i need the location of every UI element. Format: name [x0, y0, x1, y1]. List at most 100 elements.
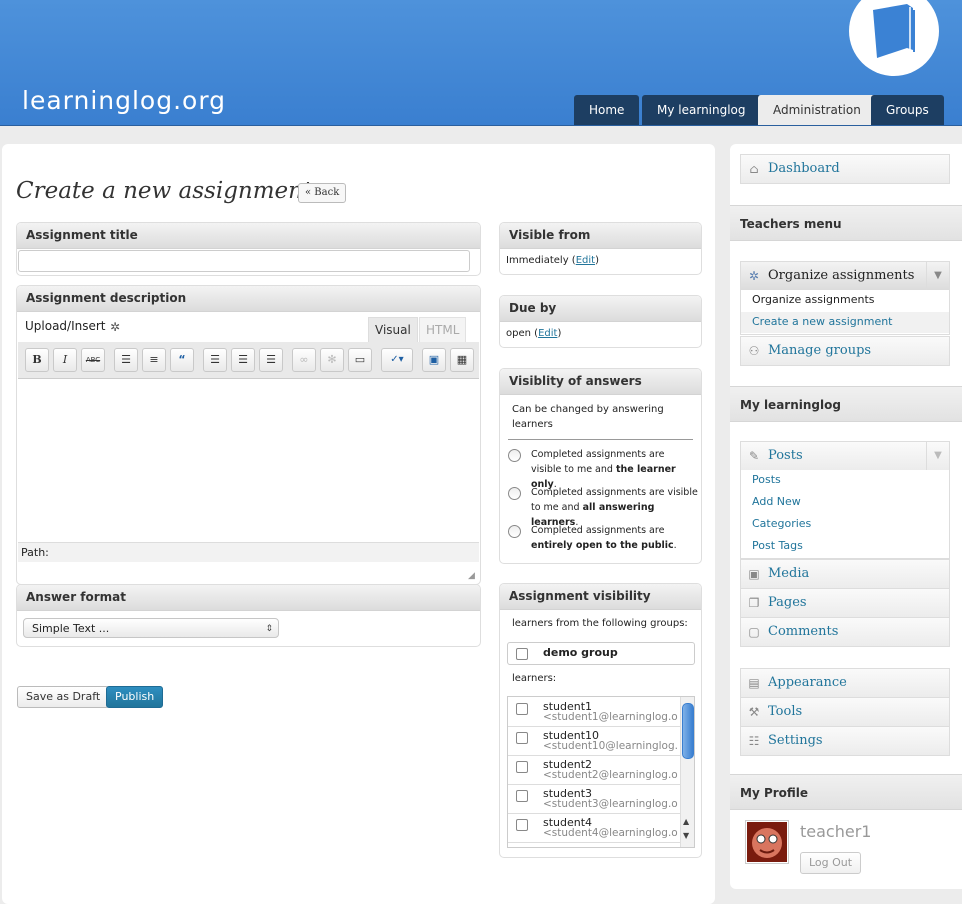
kitchen-sink-icon[interactable]: ▦	[450, 348, 474, 372]
avatar[interactable]	[745, 820, 789, 864]
list-item[interactable]: student3 <student3@learninglog.o	[508, 784, 680, 814]
due-by-value-line: open (Edit)	[506, 328, 562, 339]
submenu-organize-assignments[interactable]: Organize assignments	[752, 293, 875, 306]
group-row[interactable]: demo group	[507, 642, 695, 665]
list-item[interactable]: student10 <student10@learninglog.	[508, 726, 680, 756]
teachers-menu-heading: Teachers menu	[730, 205, 962, 241]
sidebar-item-media[interactable]: ▣ Media	[740, 559, 950, 589]
group-checkbox[interactable]	[516, 648, 528, 660]
sidebar-item-posts[interactable]: ✎ Posts ▼	[740, 441, 950, 471]
sidebar-item-label: Appearance	[768, 675, 847, 690]
comment-bubble-icon: ▢	[748, 625, 760, 639]
editor-content-area[interactable]	[18, 378, 479, 541]
align-right-icon[interactable]: ☰	[259, 348, 283, 372]
sidebar-item-label: Comments	[768, 624, 839, 639]
unlink-icon[interactable]: ✻	[320, 348, 344, 372]
chevron-down-icon[interactable]: ▼	[926, 262, 949, 290]
list-item[interactable]: student4 <student4@learninglog.o	[508, 813, 680, 843]
bold-button[interactable]: B	[25, 348, 49, 372]
submenu-add-new[interactable]: Add New	[752, 495, 801, 508]
scroll-up-icon[interactable]: ▲	[683, 817, 689, 826]
publish-button[interactable]: Publish	[106, 686, 164, 708]
sidebar-item-pages[interactable]: ❐ Pages	[740, 588, 950, 618]
list-item[interactable]: student1 <student1@learninglog.o	[508, 697, 680, 727]
submenu-create-assignment[interactable]: Create a new assignment	[752, 315, 893, 328]
learners-list[interactable]: student1 <student1@learninglog.o student…	[507, 696, 695, 848]
tab-html[interactable]: HTML	[419, 317, 467, 342]
learner-checkbox[interactable]	[516, 819, 528, 831]
logout-button[interactable]: Log Out	[800, 852, 862, 874]
nav-home[interactable]: Home	[574, 95, 640, 125]
sidebar-item-manage-groups[interactable]: ⚇ Manage groups	[740, 336, 950, 366]
media-gear-icon[interactable]: ✲	[110, 321, 122, 333]
sidebar-item-appearance[interactable]: ▤ Appearance	[740, 668, 950, 698]
group-name: demo group	[543, 646, 618, 659]
learner-checkbox[interactable]	[516, 703, 528, 715]
learner-checkbox[interactable]	[516, 790, 528, 802]
nav-groups[interactable]: Groups	[871, 95, 944, 125]
more-tag-icon[interactable]: ▭	[348, 348, 372, 372]
due-by-box: Due by open (Edit)	[499, 295, 702, 348]
submenu-post-tags[interactable]: Post Tags	[752, 539, 803, 552]
submenu-posts[interactable]: Posts	[752, 473, 781, 486]
visible-from-edit-link[interactable]: Edit	[576, 255, 595, 266]
learner-checkbox[interactable]	[516, 732, 528, 744]
visible-from-value: Immediately	[506, 255, 569, 266]
sidebar-item-comments[interactable]: ▢ Comments	[740, 617, 950, 647]
list-item[interactable]: student2 <student2@learninglog.o	[508, 755, 680, 785]
sidebar-item-dashboard[interactable]: ⌂ Dashboard	[740, 154, 950, 184]
nav-administration[interactable]: Administration	[758, 95, 876, 125]
assignment-title-input[interactable]	[18, 250, 470, 272]
users-icon: ⚇	[748, 344, 760, 358]
nav-my-learninglog[interactable]: My learninglog	[642, 95, 761, 125]
link-icon[interactable]: ∞	[292, 348, 316, 372]
answer-format-select[interactable]: Simple Text ... ⇕	[23, 618, 279, 638]
spellcheck-icon[interactable]: ✓▾	[381, 348, 413, 372]
chevron-down-icon[interactable]: ▼	[926, 442, 949, 470]
assignment-title-box: Assignment title	[16, 222, 481, 276]
assignment-visibility-box: Assignment visibility learners from the …	[499, 583, 702, 858]
bullet-list-icon[interactable]: ☰	[114, 348, 138, 372]
submenu-categories[interactable]: Categories	[752, 517, 811, 530]
learners-scrollbar[interactable]: ▲ ▼	[680, 697, 694, 847]
pushpin-icon: ✎	[748, 449, 760, 463]
sidebar-item-tools[interactable]: ⚒ Tools	[740, 697, 950, 727]
italic-button[interactable]: I	[53, 348, 77, 372]
my-profile-heading: My Profile	[730, 774, 962, 810]
site-logo-text[interactable]: learninglog.org	[22, 86, 226, 115]
appearance-icon: ▤	[748, 676, 760, 690]
learner-checkbox[interactable]	[516, 761, 528, 773]
sidebar-item-organize-assignments[interactable]: ✲ Organize assignments ▼	[740, 261, 950, 291]
fullscreen-icon[interactable]: ▣	[422, 348, 446, 372]
sidebar-item-settings[interactable]: ☷ Settings	[740, 726, 950, 756]
upload-insert-label: Upload/Insert	[25, 319, 106, 333]
blockquote-icon[interactable]: “	[170, 348, 194, 372]
visibility-option-3-text: Completed assignments are entirely open …	[531, 525, 677, 551]
scroll-down-icon[interactable]: ▼	[683, 831, 689, 840]
visibility-radio-public[interactable]	[508, 525, 521, 538]
learners-label: learners:	[512, 673, 557, 684]
scrollbar-thumb[interactable]	[682, 703, 694, 759]
profile-username: teacher1	[800, 822, 872, 841]
align-center-icon[interactable]: ☰	[231, 348, 255, 372]
tab-visual[interactable]: Visual	[368, 317, 418, 342]
visibility-of-answers-label: Visiblity of answers	[500, 369, 701, 395]
align-left-icon[interactable]: ☰	[203, 348, 227, 372]
answer-format-label: Answer format	[17, 585, 480, 611]
due-by-edit-link[interactable]: Edit	[538, 328, 557, 339]
assignment-description-box: Assignment description Upload/Insert ✲ V…	[16, 285, 481, 585]
strikethrough-button[interactable]: ABC	[81, 348, 105, 372]
visibility-radio-all-learners[interactable]	[508, 487, 521, 500]
save-draft-button[interactable]: Save as Draft	[17, 686, 110, 708]
organize-submenu: Organize assignments Create a new assign…	[740, 290, 950, 335]
sidebar-item-label: Settings	[768, 733, 823, 748]
sidebar-item-label: Manage groups	[768, 343, 872, 358]
visibility-of-answers-box: Visiblity of answers Can be changed by a…	[499, 368, 702, 564]
visibility-radio-learner-only[interactable]	[508, 449, 521, 462]
site-header: learninglog.org Home My learninglog Admi…	[0, 0, 962, 126]
numbered-list-icon[interactable]: ≡	[142, 348, 166, 372]
resize-handle-icon[interactable]: ◢	[468, 571, 478, 581]
learner-email: <student4@learninglog.o	[543, 827, 678, 839]
assignment-description-label: Assignment description	[17, 286, 480, 312]
back-button[interactable]: « Back	[298, 183, 347, 203]
